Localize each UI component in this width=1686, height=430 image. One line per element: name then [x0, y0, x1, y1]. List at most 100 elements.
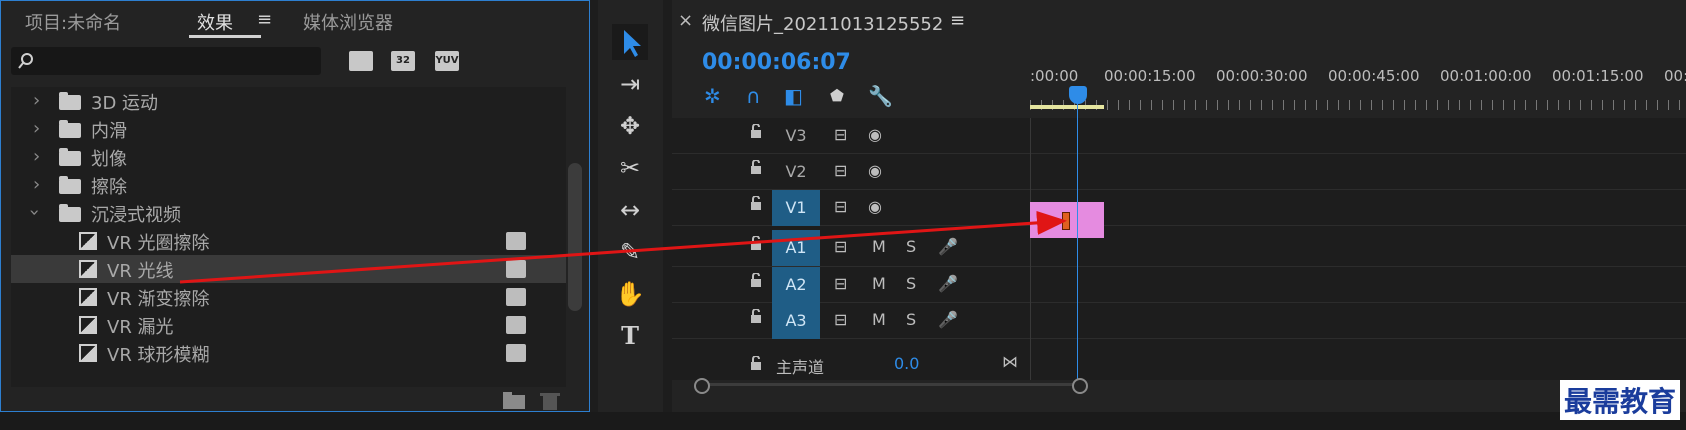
sequence-tab-title[interactable]: 微信图片_20211013125552: [702, 10, 943, 36]
sync-lock-icon[interactable]: ⊟: [834, 125, 847, 144]
nest-toggle-icon[interactable]: ✲: [704, 84, 721, 108]
playhead-timecode[interactable]: 00:00:06:07: [702, 50, 851, 75]
sync-lock-icon[interactable]: ⊟: [834, 237, 847, 256]
effects-scrollbar[interactable]: [568, 163, 582, 311]
type-tool-icon[interactable]: T: [612, 318, 648, 354]
mute-button[interactable]: M: [872, 237, 886, 256]
accelerated-effects-icon[interactable]: [349, 51, 373, 71]
track-header-divider: [1030, 118, 1031, 380]
tree-item-iris[interactable]: › 划像: [11, 143, 566, 171]
selection-tool-icon[interactable]: [612, 24, 648, 60]
linked-selection-icon[interactable]: ◧: [784, 84, 803, 108]
mute-button[interactable]: M: [872, 274, 886, 293]
tree-item-immersive-video[interactable]: › 沉浸式视频: [11, 199, 566, 227]
folder-icon: [59, 176, 81, 194]
effect-item-vr-spherical-blur[interactable]: VR 球形模糊: [11, 339, 566, 367]
master-volume-value[interactable]: 0.0: [894, 354, 919, 373]
track-target-v1[interactable]: V1: [772, 190, 820, 226]
zoom-handle-left[interactable]: [694, 378, 710, 394]
32-bit-icon[interactable]: 32: [391, 51, 415, 71]
chevron-right-icon[interactable]: ›: [33, 118, 40, 139]
lock-icon[interactable]: [750, 236, 762, 250]
effect-item-label: VR 渐变擦除: [107, 289, 210, 310]
timeline-settings-wrench-icon[interactable]: 🔧: [868, 84, 893, 108]
eye-icon[interactable]: ◉: [868, 161, 882, 180]
delete-icon[interactable]: [540, 393, 560, 410]
timeline-menu-icon[interactable]: ≡: [950, 10, 965, 31]
effect-item-vr-light-rays[interactable]: VR 光线: [11, 255, 566, 283]
effects-search-input[interactable]: [11, 47, 321, 75]
effect-item-vr-gradient-wipe[interactable]: VR 渐变擦除: [11, 283, 566, 311]
track-target-v3[interactable]: V3: [772, 118, 820, 154]
ruler-label: 00:: [1664, 67, 1686, 85]
lock-icon[interactable]: [750, 196, 762, 210]
tree-item-label: 内滑: [91, 121, 127, 142]
snap-magnet-icon[interactable]: ∩: [746, 84, 761, 108]
effect-item-vr-light-leaks[interactable]: VR 漏光: [11, 311, 566, 339]
track-target-v2[interactable]: V2: [772, 154, 820, 190]
track-target-a1[interactable]: A1: [772, 230, 820, 266]
folder-icon: [59, 204, 81, 222]
panel-footer-icons: [503, 392, 560, 410]
microphone-icon[interactable]: 🎤: [938, 310, 958, 329]
folder-icon: [59, 148, 81, 166]
microphone-icon[interactable]: 🎤: [938, 274, 958, 293]
pen-tool-icon[interactable]: ✎: [612, 234, 648, 270]
lock-icon[interactable]: [750, 273, 762, 287]
hand-tool-icon[interactable]: ✋: [612, 276, 648, 312]
tab-effects[interactable]: 效果: [197, 9, 233, 35]
work-area-bar[interactable]: [1030, 105, 1104, 109]
lock-icon[interactable]: [750, 356, 762, 370]
ruler-label: :00:00: [1030, 67, 1079, 85]
tab-project[interactable]: 项目:未命名: [25, 9, 121, 35]
track-a3: A3 ⊟ M S 🎤: [672, 303, 1686, 339]
folder-icon: [59, 120, 81, 138]
chevron-right-icon[interactable]: ›: [33, 146, 40, 167]
track-target-a3[interactable]: A3: [772, 303, 820, 339]
solo-button[interactable]: S: [906, 237, 916, 256]
yuv-icon[interactable]: YUV: [435, 51, 459, 71]
lock-icon[interactable]: [750, 309, 762, 323]
tree-item-3d-motion[interactable]: › 3D 运动: [11, 87, 566, 115]
applied-transition-marker[interactable]: [1062, 212, 1070, 230]
transition-icon: [79, 344, 97, 362]
add-marker-icon[interactable]: ⬟: [830, 86, 844, 105]
tracks-area: V3 ⊟ ◉ V2 ⊟ ◉ V1 ⊟ ◉ A1 ⊟ M S 🎤 A2 ⊟ M S…: [672, 118, 1686, 380]
master-track-label: 主声道: [776, 358, 825, 377]
effect-item-vr-iris-wipe[interactable]: VR 光圈擦除: [11, 227, 566, 255]
lock-icon[interactable]: [750, 124, 762, 138]
go-to-in-out-icon[interactable]: ⋈: [1002, 352, 1018, 371]
tab-media-browser[interactable]: 媒体浏览器: [303, 9, 393, 35]
chevron-down-icon[interactable]: ›: [24, 209, 45, 216]
zoom-handle-right[interactable]: [1072, 378, 1088, 394]
mute-button[interactable]: M: [872, 310, 886, 329]
track-v3: V3 ⊟ ◉: [672, 118, 1686, 154]
eye-icon[interactable]: ◉: [868, 197, 882, 216]
new-bin-icon[interactable]: [503, 392, 525, 409]
timeline-zoom-scrollbar[interactable]: [694, 378, 1088, 394]
chevron-right-icon[interactable]: ›: [33, 174, 40, 195]
track-select-tool-icon[interactable]: ⇥: [612, 66, 648, 102]
accelerated-badge-icon: [506, 260, 526, 278]
sync-lock-icon[interactable]: ⊟: [834, 310, 847, 329]
time-ruler[interactable]: :00:00 00:00:15:00 00:00:30:00 00:00:45:…: [1030, 64, 1686, 110]
slip-tool-icon[interactable]: ↔: [612, 192, 648, 228]
tree-item-wipe[interactable]: › 擦除: [11, 171, 566, 199]
sync-lock-icon[interactable]: ⊟: [834, 161, 847, 180]
ripple-edit-tool-icon[interactable]: ✥: [612, 108, 648, 144]
sync-lock-icon[interactable]: ⊟: [834, 274, 847, 293]
sync-lock-icon[interactable]: ⊟: [834, 197, 847, 216]
close-tab-icon[interactable]: ×: [678, 10, 693, 31]
folder-icon: [59, 92, 81, 110]
lock-icon[interactable]: [750, 160, 762, 174]
solo-button[interactable]: S: [906, 310, 916, 329]
playhead-handle[interactable]: [1069, 86, 1087, 104]
eye-icon[interactable]: ◉: [868, 125, 882, 144]
chevron-right-icon[interactable]: ›: [33, 90, 40, 111]
solo-button[interactable]: S: [906, 274, 916, 293]
microphone-icon[interactable]: 🎤: [938, 237, 958, 256]
tree-item-slide[interactable]: › 内滑: [11, 115, 566, 143]
razor-tool-icon[interactable]: ✂: [612, 150, 648, 186]
track-target-a2[interactable]: A2: [772, 267, 820, 303]
panel-menu-icon[interactable]: ≡: [257, 9, 272, 30]
